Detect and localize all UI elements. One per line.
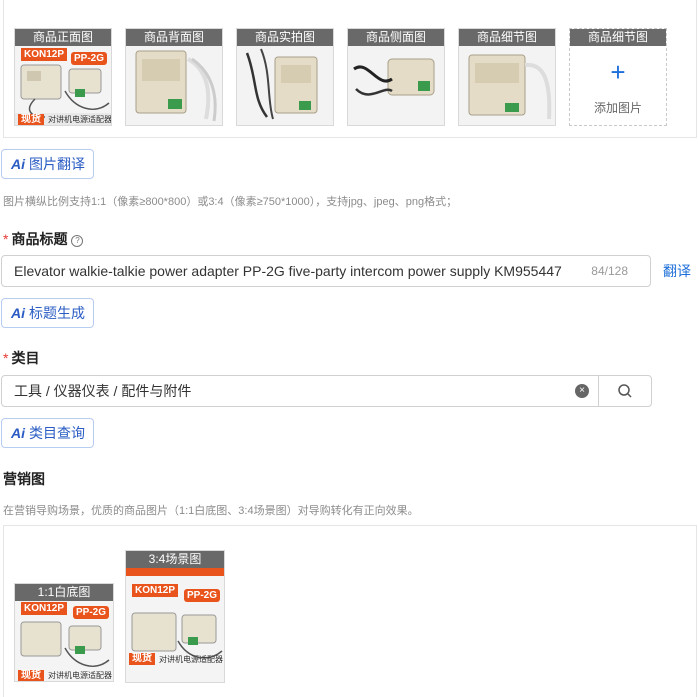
marketing-images-panel: 1:1白底图 KON12P PP-2G 现货 对讲机电源适配器 3:4场景图 K… xyxy=(3,525,697,697)
category-label-text: 类目 xyxy=(11,350,40,366)
required-marker: * xyxy=(3,350,9,366)
marketing-image-caption: 1:1白底图 xyxy=(15,584,113,601)
category-select[interactable]: 工具 / 仪器仪表 / 配件与附件 × xyxy=(1,375,652,407)
category-query-button[interactable]: Ai 类目查询 xyxy=(1,418,94,448)
ai-icon: Ai xyxy=(11,156,25,172)
marketing-image-caption: 3:4场景图 xyxy=(126,551,224,568)
image-format-hint: 图片横纵比例支持1:1（像素≥800*800）或3:4（像素≥750*1000）… xyxy=(3,196,458,208)
title-label-text: 商品标题 xyxy=(11,231,68,247)
title-field-label: * 商品标题? xyxy=(3,229,84,249)
product-banner-text: 对讲机电源适配器 xyxy=(48,115,112,124)
gallery-image-caption: 商品背面图 xyxy=(126,29,222,46)
marketing-image-square[interactable]: 1:1白底图 KON12P PP-2G 现货 对讲机电源适配器 xyxy=(14,583,114,682)
gallery-image-caption: 商品实拍图 xyxy=(237,29,333,46)
plus-icon: + xyxy=(610,57,626,87)
stock-tag: 现货 xyxy=(18,670,44,681)
gallery-image-caption: 商品细节图 xyxy=(459,29,555,46)
clear-icon[interactable]: × xyxy=(575,384,589,398)
translate-link[interactable]: 翻译 xyxy=(663,261,691,281)
ai-icon: Ai xyxy=(11,425,25,441)
model-badge: KON12P xyxy=(132,584,179,597)
gallery-image-front[interactable]: 商品正面图 KON12P PP-2G 现货 对讲机电源适配器 xyxy=(14,28,112,126)
add-image-label: 添加图片 xyxy=(593,101,642,115)
model-badge: KON12P xyxy=(21,48,68,61)
help-icon[interactable]: ? xyxy=(71,235,84,247)
image-translate-button[interactable]: Ai 图片翻译 xyxy=(1,149,94,179)
title-input[interactable]: Elevator walkie-talkie power adapter PP-… xyxy=(1,255,651,287)
gallery-image-back[interactable]: 商品背面图 xyxy=(125,28,223,126)
stock-tag: 现货 xyxy=(129,653,155,665)
gallery-image-detail[interactable]: 商品细节图 xyxy=(458,28,556,126)
product-banner-text: 对讲机电源适配器 xyxy=(159,655,223,664)
gallery-image-real[interactable]: 商品实拍图 xyxy=(236,28,334,126)
product-banner-text: 对讲机电源适配器 xyxy=(48,671,112,680)
stock-tag: 现货 xyxy=(18,114,44,125)
title-input-value: Elevator walkie-talkie power adapter PP-… xyxy=(14,263,562,279)
search-icon xyxy=(618,384,632,398)
model-badge: PP-2G xyxy=(184,589,221,602)
marketing-hint: 在营销导购场景，优质的商品图片（1:1白底图、3:4场景图）对导购转化有正向效果… xyxy=(3,505,419,517)
marketing-images-label: 营销图 xyxy=(3,471,45,487)
model-badge: KON12P xyxy=(21,602,68,615)
required-marker: * xyxy=(3,231,9,247)
title-char-counter: 84/128 xyxy=(591,264,628,278)
ai-icon: Ai xyxy=(11,305,25,321)
model-badge: PP-2G xyxy=(73,606,110,619)
category-query-label: 类目查询 xyxy=(29,425,85,441)
gallery-image-side[interactable]: 商品侧面图 xyxy=(347,28,445,126)
add-image-slot[interactable]: 商品细节图 + 添加图片 xyxy=(569,28,667,126)
category-value: 工具 / 仪器仪表 / 配件与附件 xyxy=(14,383,192,399)
product-image-gallery: 商品正面图 KON12P PP-2G 现货 对讲机电源适配器 商品背面图 商品实… xyxy=(3,0,697,138)
title-generate-label: 标题生成 xyxy=(29,305,85,321)
gallery-image-caption: 商品细节图 xyxy=(570,29,666,46)
marketing-image-scene[interactable]: 3:4场景图 KON12P PP-2G 现货 对讲机电源适配器 xyxy=(125,550,225,683)
gallery-image-caption: 商品侧面图 xyxy=(348,29,444,46)
image-translate-label: 图片翻译 xyxy=(29,156,85,172)
title-generate-button[interactable]: Ai 标题生成 xyxy=(1,298,94,328)
category-search-button[interactable] xyxy=(598,375,652,407)
gallery-image-caption: 商品正面图 xyxy=(15,29,111,46)
model-badge: PP-2G xyxy=(71,52,108,65)
category-field-label: * 类目 xyxy=(3,348,39,368)
